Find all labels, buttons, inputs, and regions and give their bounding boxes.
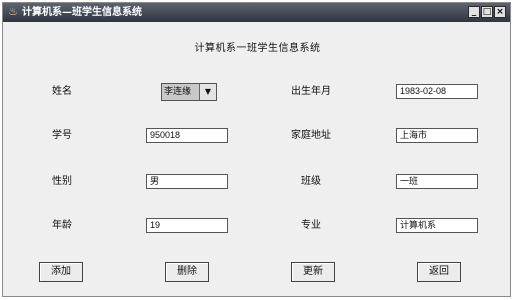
id-field[interactable]: 950018 — [146, 128, 228, 143]
age-field[interactable]: 19 — [146, 218, 228, 233]
id-label: 学号 — [52, 130, 72, 141]
birth-field[interactable]: 1983-02-08 — [396, 84, 478, 99]
update-button[interactable]: 更新 — [291, 262, 335, 282]
title-bar[interactable]: ♨ 计算机系—班学生信息系统 _ □ × — [3, 3, 510, 22]
maximize-button[interactable]: □ — [481, 6, 493, 18]
app-window: ♨ 计算机系—班学生信息系统 _ □ × 计算机系一班学生信息系统 姓名 李连缘 ▼… — [2, 2, 511, 297]
major-field[interactable]: 计算机系 — [396, 218, 478, 233]
page-heading: 计算机系一班学生信息系统 — [194, 43, 321, 54]
delete-button[interactable]: 删除 — [165, 262, 209, 282]
minimize-button[interactable]: _ — [468, 6, 480, 18]
chevron-down-icon[interactable]: ▼ — [200, 84, 216, 100]
gender-field[interactable]: 男 — [146, 174, 228, 189]
name-select-value: 李连缘 — [162, 84, 200, 100]
add-button[interactable]: 添加 — [39, 262, 83, 282]
gender-label: 性别 — [52, 176, 72, 187]
address-label: 家庭地址 — [291, 130, 331, 141]
address-field[interactable]: 上海市 — [396, 128, 478, 143]
age-label: 年龄 — [52, 220, 72, 231]
class-field[interactable]: 一班 — [396, 174, 478, 189]
name-select[interactable]: 李连缘 ▼ — [161, 83, 217, 101]
window-title: 计算机系—班学生信息系统 — [22, 7, 142, 18]
name-label: 姓名 — [52, 86, 72, 97]
class-label: 班级 — [301, 176, 321, 187]
window-controls: _ □ × — [467, 6, 506, 19]
java-cup-icon: ♨ — [8, 5, 18, 18]
birth-label: 出生年月 — [291, 86, 331, 97]
close-button[interactable]: × — [494, 6, 506, 18]
back-button[interactable]: 返回 — [417, 262, 461, 282]
major-label: 专业 — [301, 220, 321, 231]
